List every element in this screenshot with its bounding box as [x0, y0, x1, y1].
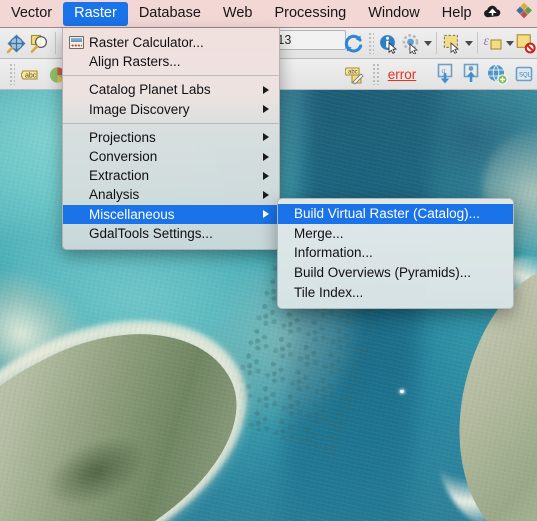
toolbar-drag-handle[interactable] — [8, 63, 16, 85]
submenu-arrow-icon — [263, 152, 269, 161]
import-project-icon[interactable]: q — [432, 61, 458, 87]
menubar-item-web[interactable]: Web — [212, 2, 264, 26]
toolbar-drag-handle[interactable] — [372, 63, 379, 85]
toolbar-separator — [55, 32, 56, 54]
chevron-down-icon[interactable] — [505, 40, 514, 46]
svg-text:ε: ε — [483, 34, 489, 49]
menu-separator — [63, 75, 279, 77]
menu-item-label: Align Rasters... — [89, 54, 181, 70]
menubar: Vector Raster Database Web Processing Wi… — [0, 0, 537, 28]
submenu-arrow-icon — [263, 210, 269, 219]
submenu-arrow-icon — [263, 171, 269, 180]
menu-item-label: Image Discovery — [89, 101, 190, 117]
calculator-icon — [69, 35, 84, 50]
chevron-down-icon[interactable] — [464, 40, 473, 46]
menu-item-catalog-planet-labs[interactable]: Catalog Planet Labs — [63, 80, 279, 99]
select-features-by-radius-icon[interactable] — [400, 30, 423, 56]
submenu-arrow-icon — [263, 85, 269, 94]
menu-item-label: Projections — [89, 129, 156, 145]
submenu-item-merge[interactable]: Merge... — [278, 224, 513, 244]
menu-item-image-discovery[interactable]: Image Discovery — [63, 100, 279, 119]
menubar-item-vector[interactable]: Vector — [0, 2, 63, 26]
menu-item-analysis[interactable]: Analysis — [63, 185, 279, 204]
submenu-arrow-icon — [263, 133, 269, 142]
menu-item-gdaltools-settings[interactable]: GdalTools Settings... — [63, 224, 279, 243]
select-by-expression-icon[interactable]: ε — [482, 30, 505, 56]
menu-item-label: Raster Calculator... — [89, 35, 204, 51]
submenu-item-label: Build Overviews (Pyramids)... — [294, 265, 472, 281]
submenu-item-label: Tile Index... — [294, 284, 364, 300]
menu-item-align-rasters[interactable]: Align Rasters... — [63, 52, 279, 71]
toolbar-separator — [476, 32, 478, 54]
export-project-icon[interactable] — [458, 61, 484, 87]
edit-label-icon[interactable]: abc — [343, 61, 369, 87]
error-status-label[interactable]: error — [382, 67, 423, 82]
submenu-item-label: Information... — [294, 245, 373, 261]
sql-query-icon[interactable]: SQL — [511, 61, 537, 87]
menu-item-raster-calculator[interactable]: Raster Calculator... — [63, 33, 279, 52]
menu-item-label: Catalog Planet Labs — [89, 82, 211, 98]
submenu-item-label: Build Virtual Raster (Catalog)... — [294, 206, 480, 222]
cloud-upload-icon[interactable] — [483, 4, 502, 24]
menu-item-label: Extraction — [89, 168, 150, 184]
show-labels-icon[interactable]: abc — [18, 61, 44, 87]
identify-features-icon[interactable] — [377, 30, 400, 56]
toolbar-drag-handle[interactable] — [368, 32, 374, 54]
menubar-item-help[interactable]: Help — [431, 2, 483, 26]
submenu-item-build-overviews[interactable]: Build Overviews (Pyramids)... — [278, 263, 513, 283]
zoom-to-selection-icon[interactable] — [28, 30, 51, 56]
menu-item-label: Miscellaneous — [89, 206, 175, 222]
chevron-down-icon[interactable] — [424, 40, 433, 46]
submenu-arrow-icon — [263, 190, 269, 199]
submenu-item-tile-index[interactable]: Tile Index... — [278, 282, 513, 302]
submenu-item-label: Merge... — [294, 225, 344, 241]
zoom-full-extent-icon[interactable] — [5, 30, 28, 56]
miscellaneous-submenu[interactable]: Build Virtual Raster (Catalog)... Merge.… — [277, 198, 514, 309]
select-features-by-rectangle-icon[interactable] — [441, 30, 464, 56]
svg-text:SQL: SQL — [519, 73, 532, 79]
menu-item-projections[interactable]: Projections — [63, 128, 279, 147]
toolbar-separator — [436, 32, 437, 54]
menu-item-miscellaneous[interactable]: Miscellaneous — [63, 204, 279, 224]
dropbox-sync-icon[interactable] — [515, 2, 533, 25]
menubar-item-raster[interactable]: Raster — [63, 1, 128, 26]
add-web-layer-icon[interactable] — [484, 61, 510, 87]
svg-text:abc: abc — [25, 72, 37, 79]
menu-item-label: Conversion — [89, 149, 158, 165]
menubar-item-window[interactable]: Window — [357, 2, 431, 26]
menubar-item-database[interactable]: Database — [128, 2, 212, 26]
menubar-status-icons — [483, 2, 537, 25]
submenu-arrow-icon — [263, 105, 269, 114]
raster-dropdown-menu[interactable]: Raster Calculator... Align Rasters... Ca… — [62, 28, 280, 250]
submenu-item-information[interactable]: Information... — [278, 243, 513, 263]
menu-item-label: Analysis — [89, 187, 140, 203]
menu-item-label: GdalTools Settings... — [89, 225, 213, 241]
refresh-icon[interactable] — [342, 30, 365, 56]
menu-separator — [63, 122, 279, 124]
submenu-item-build-virtual-raster[interactable]: Build Virtual Raster (Catalog)... — [278, 204, 513, 224]
menu-item-conversion[interactable]: Conversion — [63, 147, 279, 166]
menu-item-extraction[interactable]: Extraction — [63, 166, 279, 185]
menubar-item-processing[interactable]: Processing — [263, 2, 357, 26]
deselect-features-icon[interactable] — [514, 30, 537, 56]
